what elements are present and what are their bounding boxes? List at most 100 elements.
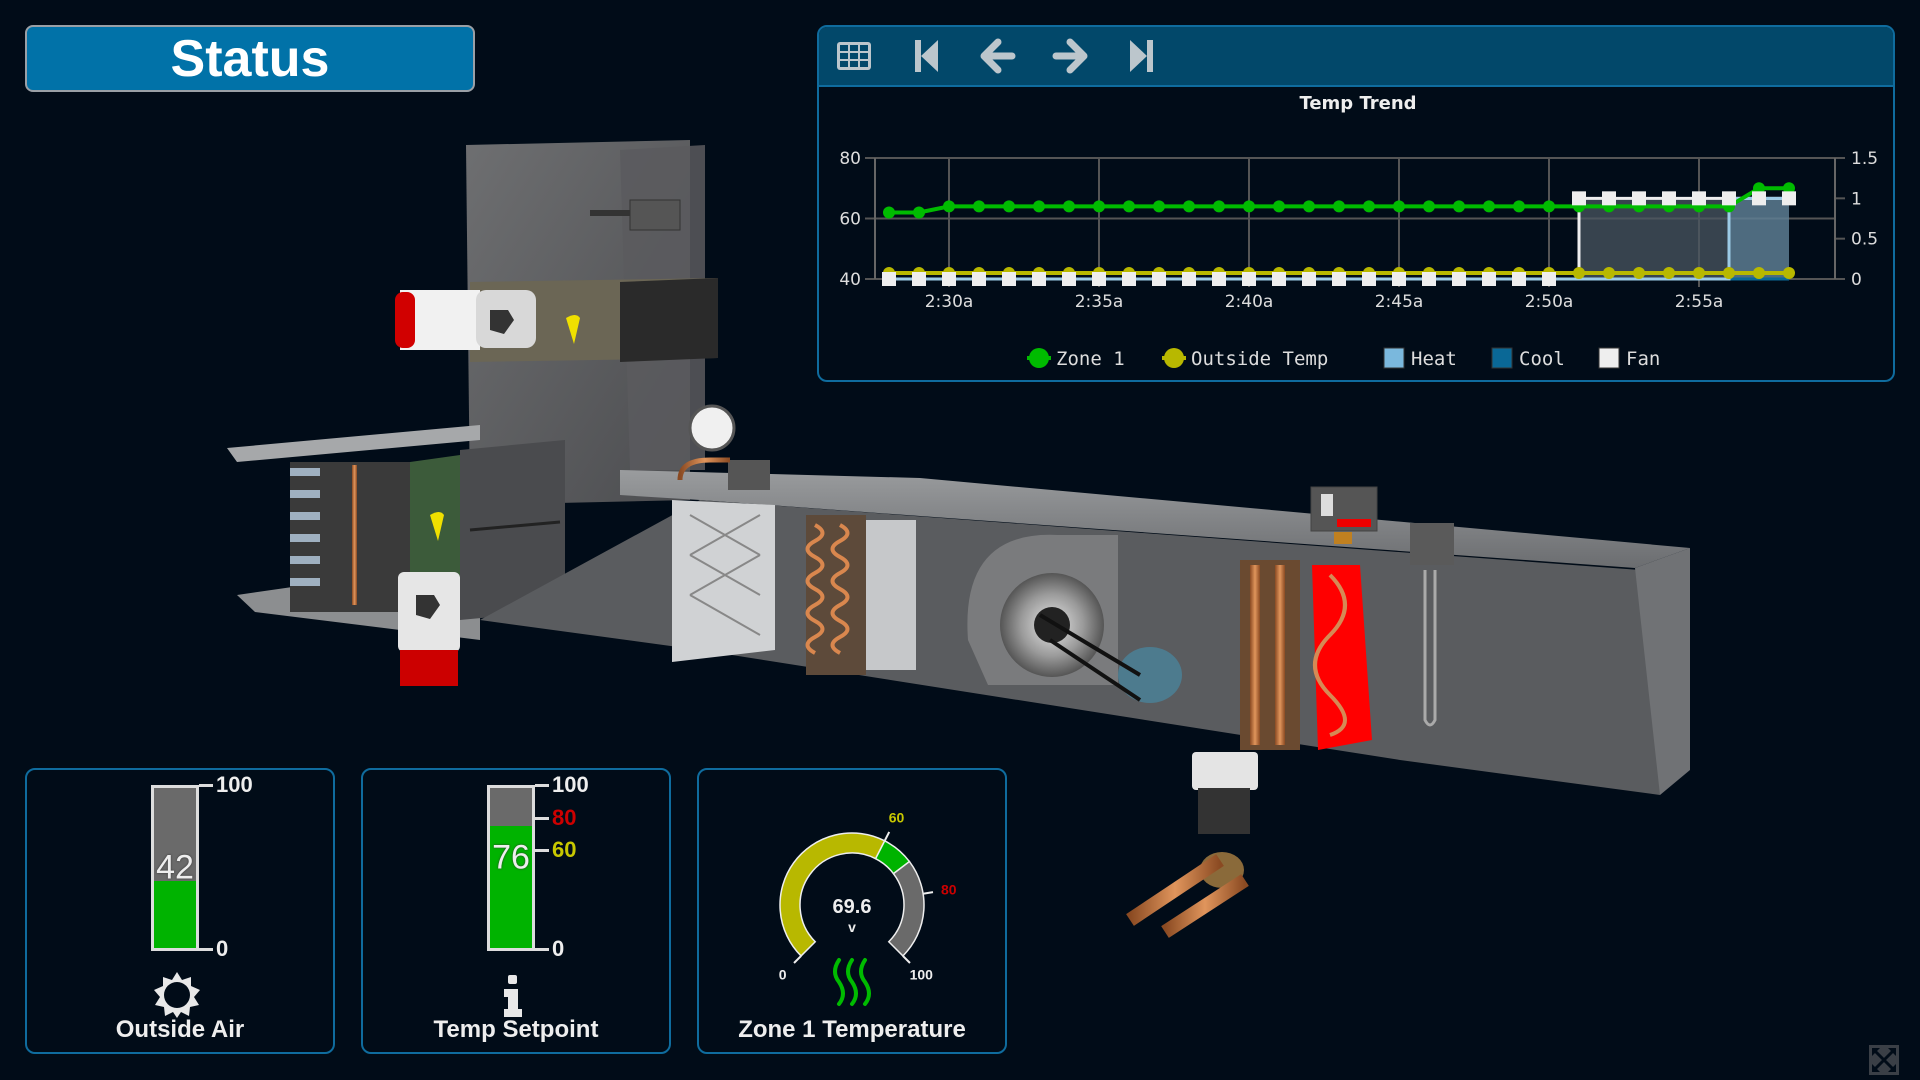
zone-1-point bbox=[1093, 200, 1105, 213]
zone-1-point bbox=[1003, 200, 1015, 213]
gauge-tick bbox=[902, 955, 911, 964]
y-left-tick-label: 40 bbox=[839, 270, 861, 290]
zone1-temperature-value: 69.6 bbox=[833, 896, 872, 918]
fullscreen-expand-icon[interactable] bbox=[1869, 1045, 1899, 1075]
fan-point bbox=[1242, 272, 1256, 286]
temp-trend-chart: Temp Trend 40 60 80 0 0.5 1 1.5 2:30a 2:35a 2:40a… bbox=[839, 93, 1878, 370]
fan-point bbox=[1632, 191, 1646, 206]
fan-point bbox=[1752, 191, 1766, 206]
zone-1-point bbox=[1483, 200, 1495, 213]
outside-air-min-label: 0 bbox=[216, 936, 229, 961]
fan-point bbox=[1572, 191, 1586, 206]
zone-1-point bbox=[1453, 200, 1465, 213]
fan-point bbox=[1002, 272, 1016, 286]
temp-setpoint-value: 76 bbox=[492, 838, 530, 877]
legend-label: Cool bbox=[1519, 348, 1565, 370]
gauge-arcs bbox=[779, 832, 925, 957]
outside-temp-point bbox=[1753, 266, 1765, 279]
zone-1-point bbox=[913, 206, 925, 219]
fan-point bbox=[1272, 272, 1286, 286]
tick-max bbox=[199, 784, 213, 787]
y-right-tick-label: 1.5 bbox=[1851, 149, 1878, 169]
x-tick-label: 2:35a bbox=[1075, 292, 1124, 312]
gauge-tick bbox=[793, 955, 802, 964]
fan-point bbox=[1212, 272, 1226, 286]
zone-1-point bbox=[1183, 200, 1195, 213]
zone1-temperature-label: Zone 1 Temperature bbox=[738, 1016, 966, 1043]
fan-point bbox=[1452, 272, 1466, 286]
chart-legend: Zone 1 Outside Temp Heat Cool Fan bbox=[1027, 347, 1660, 370]
cooling-coil bbox=[805, 515, 916, 675]
legend-swatch bbox=[1491, 347, 1513, 369]
x-tick-label: 2:40a bbox=[1225, 292, 1274, 312]
zone-1-point bbox=[1363, 200, 1375, 213]
legend-item-heat: Heat bbox=[1383, 347, 1457, 370]
temp-setpoint-label: Temp Setpoint bbox=[433, 1016, 599, 1043]
zone-1-point bbox=[1423, 200, 1435, 213]
legend-label: Zone 1 bbox=[1056, 348, 1125, 370]
fan-point bbox=[942, 272, 956, 286]
heat-waves-icon bbox=[833, 958, 871, 1006]
fan-point bbox=[1362, 272, 1376, 286]
zone-1-point bbox=[1033, 200, 1045, 213]
legend-label: Outside Temp bbox=[1191, 348, 1328, 370]
gauge-tick-label: 60 bbox=[889, 810, 905, 826]
fan-point bbox=[1542, 272, 1556, 286]
zone-1-point bbox=[1123, 200, 1135, 213]
y-left-tick-label: 80 bbox=[839, 149, 861, 169]
y-right-tick-label: 1 bbox=[1851, 189, 1862, 209]
fan-point bbox=[1422, 272, 1436, 286]
temp-trend-panel: Temp Trend 40 60 80 0 0.5 1 1.5 2:30a 2:35a 2:40a… bbox=[817, 25, 1895, 382]
temp-setpoint-max-label: 100 bbox=[552, 772, 589, 797]
temp-setpoint-min-label: 0 bbox=[552, 936, 565, 961]
fan-point bbox=[1662, 191, 1676, 206]
outside-temp-point bbox=[1633, 266, 1645, 279]
zone1-temperature-widget[interactable]: 0 60 80 100 69.6 v Zone 1 Temperature bbox=[697, 768, 1007, 1054]
y-right-tick-label: 0 bbox=[1851, 270, 1862, 290]
fan-point bbox=[1512, 272, 1526, 286]
zone-1-point bbox=[1513, 200, 1525, 213]
legend-label: Fan bbox=[1626, 348, 1660, 370]
y-left-tick-label: 60 bbox=[839, 210, 861, 230]
fan-point bbox=[1092, 272, 1106, 286]
fan-point bbox=[1062, 272, 1076, 286]
legend-swatch bbox=[1383, 347, 1405, 369]
temp-setpoint-low-limit-label: 60 bbox=[552, 837, 577, 862]
outside-temp-point bbox=[1693, 266, 1705, 279]
outside-air-bar: 42 bbox=[151, 785, 199, 951]
fan-point bbox=[1692, 191, 1706, 206]
fan-point bbox=[1722, 191, 1736, 206]
exhaust-damper bbox=[395, 278, 718, 362]
outside-temp-point bbox=[1573, 266, 1585, 279]
status-button[interactable]: Status bbox=[25, 25, 475, 92]
outside-temp-point bbox=[1783, 266, 1795, 279]
fan-point bbox=[1032, 272, 1046, 286]
tick-min bbox=[199, 948, 213, 951]
tick-high-limit bbox=[535, 817, 549, 820]
x-tick-label: 2:30a bbox=[925, 292, 974, 312]
temp-setpoint-bar: 76 bbox=[487, 785, 535, 951]
gauge-tick-label: 0 bbox=[779, 966, 787, 982]
x-tick-label: 2:55a bbox=[1675, 292, 1724, 312]
zone-1-point bbox=[1153, 200, 1165, 213]
fan-point bbox=[1182, 272, 1196, 286]
info-icon bbox=[504, 975, 522, 1017]
outside-air-bar-fill bbox=[154, 880, 196, 948]
x-tick-label: 2:50a bbox=[1525, 292, 1574, 312]
zone-1-point bbox=[943, 200, 955, 213]
temp-setpoint-widget[interactable]: 76 100 80 60 0 Temp Setpoint bbox=[361, 768, 671, 1054]
fan-point bbox=[1332, 272, 1346, 286]
sun-icon bbox=[154, 972, 200, 1018]
legend-label: Heat bbox=[1411, 348, 1457, 370]
fan-point bbox=[1122, 272, 1136, 286]
temp-setpoint-high-limit-label: 80 bbox=[552, 805, 577, 830]
outside-air-widget[interactable]: 42 100 0 Outside Air bbox=[25, 768, 335, 1054]
zone-1-point bbox=[1303, 200, 1315, 213]
legend-swatch bbox=[1598, 347, 1620, 369]
x-tick-label: 2:45a bbox=[1375, 292, 1424, 312]
outside-temp-point bbox=[1663, 266, 1675, 279]
zone-1-point bbox=[973, 200, 985, 213]
legend-swatch bbox=[1164, 348, 1184, 368]
y-right-tick-label: 0.5 bbox=[1851, 230, 1878, 250]
fan-point bbox=[882, 272, 896, 286]
